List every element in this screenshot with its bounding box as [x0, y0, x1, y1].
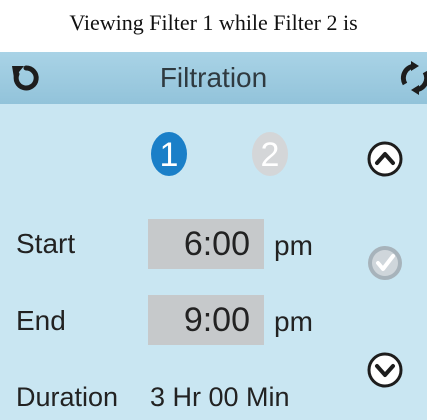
- filter-1-button[interactable]: 1: [150, 130, 188, 178]
- header-bar: Filtration: [0, 52, 427, 104]
- filter-2-label: 2: [261, 136, 280, 174]
- filter-1-label: 1: [160, 136, 179, 174]
- chevron-down-icon[interactable]: [366, 351, 404, 389]
- end-time-field[interactable]: 9:00: [148, 295, 264, 345]
- page-title: Filtration: [159, 62, 268, 93]
- start-label: Start: [16, 228, 76, 259]
- end-label: End: [16, 305, 66, 336]
- filter-2-button[interactable]: 2: [251, 130, 289, 178]
- start-ampm: pm: [274, 230, 313, 261]
- duration-value: 3 Hr 00 Min: [150, 382, 290, 412]
- duration-label: Duration: [16, 382, 119, 412]
- start-time-field[interactable]: 6:00: [148, 219, 264, 269]
- end-ampm: pm: [274, 306, 313, 337]
- refresh-icon[interactable]: [397, 60, 427, 96]
- chevron-up-icon[interactable]: [366, 140, 404, 178]
- caption: Viewing Filter 1 while Filter 2 is: [69, 10, 358, 35]
- checkmark-icon[interactable]: [366, 244, 404, 282]
- filtration-screen: Filtration 1 2 Start 6:00 pm End 9:00 pm…: [0, 52, 427, 420]
